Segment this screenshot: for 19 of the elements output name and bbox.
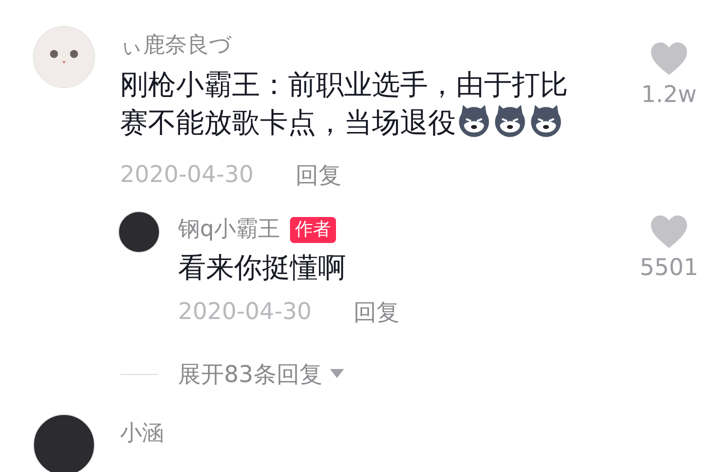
like-count: 1.2w <box>641 82 697 108</box>
caret-icon <box>330 369 344 379</box>
wolf-emoji-icon <box>456 103 492 139</box>
author-badge: 作者 <box>290 217 336 243</box>
comment-date: 2020-04-30 <box>120 162 254 188</box>
wolf-emoji-icon <box>492 103 528 139</box>
like-count: 5501 <box>640 255 698 281</box>
reply-link[interactable]: 回复 <box>296 160 342 190</box>
username[interactable]: 钢q小霸王 <box>178 216 280 244</box>
wolf-emoji-icon <box>528 103 564 139</box>
expand-replies-button[interactable]: 展开83条回复 <box>178 358 344 390</box>
comment-text: 刚枪小霸王：前职业选手，由于打比赛不能放歌卡点，当场退役 <box>120 67 569 141</box>
comment-text: 看来你挺懂啊 <box>178 250 347 286</box>
username[interactable]: 小涵 <box>120 420 164 448</box>
avatar-photo-placeholder[interactable] <box>118 211 160 253</box>
comment-date: 2020-04-30 <box>178 299 312 325</box>
username[interactable]: ぃ鹿奈良づ <box>120 32 232 60</box>
avatar-photo-placeholder[interactable] <box>33 414 95 472</box>
reply-link[interactable]: 回复 <box>354 296 400 328</box>
